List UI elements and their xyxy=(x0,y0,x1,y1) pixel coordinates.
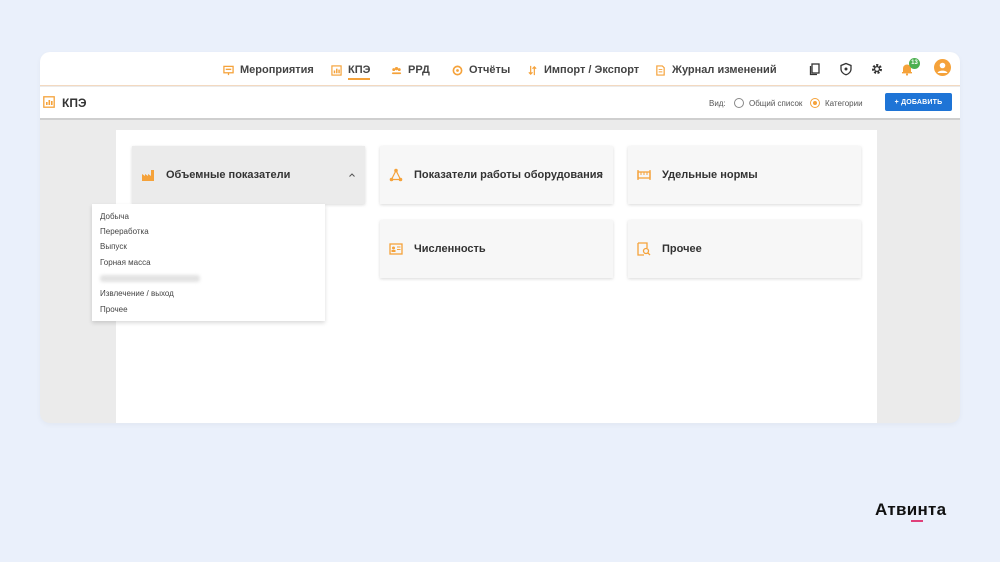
nav-label: РРД xyxy=(408,64,430,76)
top-navigation: Мероприятия КПЭ РРД Отчёты Импорт / Эксп… xyxy=(40,52,960,86)
chevron-up-icon[interactable] xyxy=(348,171,356,179)
brand-logo-accent xyxy=(911,520,923,522)
avatar[interactable] xyxy=(934,59,951,76)
user-icon xyxy=(937,62,948,73)
page-header: КПЭ Вид: Общий список Категории + ДОБАВИ… xyxy=(40,87,960,120)
search-document-icon xyxy=(637,242,651,256)
nav-label: Мероприятия xyxy=(240,64,314,76)
chart-icon xyxy=(43,96,55,108)
gear-icon[interactable] xyxy=(870,62,884,76)
card-title: Объемные показатели xyxy=(166,169,291,181)
page-title: КПЭ xyxy=(62,96,87,110)
id-card-icon xyxy=(389,243,403,255)
dropdown-item[interactable]: Извлечение / выход xyxy=(100,289,174,298)
nav-label: Журнал изменений xyxy=(672,64,777,76)
dropdown-item-blurred[interactable] xyxy=(100,275,200,282)
radio-label-list[interactable]: Общий список xyxy=(749,99,802,108)
nav-item-import-export[interactable]: Импорт / Экспорт xyxy=(527,62,639,78)
notification-badge: 13 xyxy=(909,58,920,69)
document-icon xyxy=(656,64,665,76)
radio-label-category[interactable]: Категории xyxy=(825,99,863,108)
nav-item-changelog[interactable]: Журнал изменений xyxy=(655,62,777,78)
nav-item-reports[interactable]: Отчёты xyxy=(452,62,510,78)
dropdown-item[interactable]: Выпуск xyxy=(100,242,127,251)
presentation-icon xyxy=(223,65,234,75)
chart-icon xyxy=(331,64,342,76)
people-icon xyxy=(391,66,402,74)
network-icon xyxy=(389,168,403,182)
dropdown-item[interactable]: Прочее xyxy=(100,305,128,314)
dropdown-item[interactable]: Переработка xyxy=(100,227,149,236)
card-title: Показатели работы оборудования xyxy=(414,169,603,181)
dropdown-item[interactable]: Горная масса xyxy=(100,258,151,267)
nav-item-events[interactable]: Мероприятия xyxy=(223,62,314,78)
add-button[interactable]: + ДОБАВИТЬ xyxy=(885,93,952,111)
radio-list-view[interactable] xyxy=(734,98,744,108)
factory-icon xyxy=(142,170,154,181)
card-specific-norms[interactable]: Удельные нормы xyxy=(628,146,861,204)
nav-label: КПЭ xyxy=(348,64,371,80)
card-headcount[interactable]: Численность xyxy=(380,220,613,278)
report-icon xyxy=(452,65,463,75)
volume-indicators-dropdown: Добыча Переработка Выпуск Горная масса И… xyxy=(92,204,325,321)
nav-item-rrd[interactable]: РРД xyxy=(391,62,430,78)
card-other[interactable]: Прочее xyxy=(628,220,861,278)
import-export-icon xyxy=(528,65,537,75)
nav-label: Отчёты xyxy=(469,64,511,76)
brand-logo: Атвинта xyxy=(875,500,947,519)
nav-label: Импорт / Экспорт xyxy=(544,64,640,76)
card-equipment-indicators[interactable]: Показатели работы оборудования xyxy=(380,146,613,204)
card-title: Удельные нормы xyxy=(662,169,758,181)
shield-icon[interactable] xyxy=(839,62,853,76)
dropdown-item[interactable]: Добыча xyxy=(100,212,129,221)
view-label: Вид: xyxy=(709,99,726,108)
card-title: Численность xyxy=(414,243,486,255)
nav-item-kpi[interactable]: КПЭ xyxy=(331,62,371,80)
card-title: Прочее xyxy=(662,243,702,255)
copy-icon[interactable] xyxy=(808,62,822,76)
chevron-down-icon[interactable] xyxy=(596,171,604,179)
ruler-icon xyxy=(637,170,651,180)
radio-category-view[interactable] xyxy=(810,98,820,108)
card-volume-indicators[interactable]: Объемные показатели xyxy=(132,146,365,204)
